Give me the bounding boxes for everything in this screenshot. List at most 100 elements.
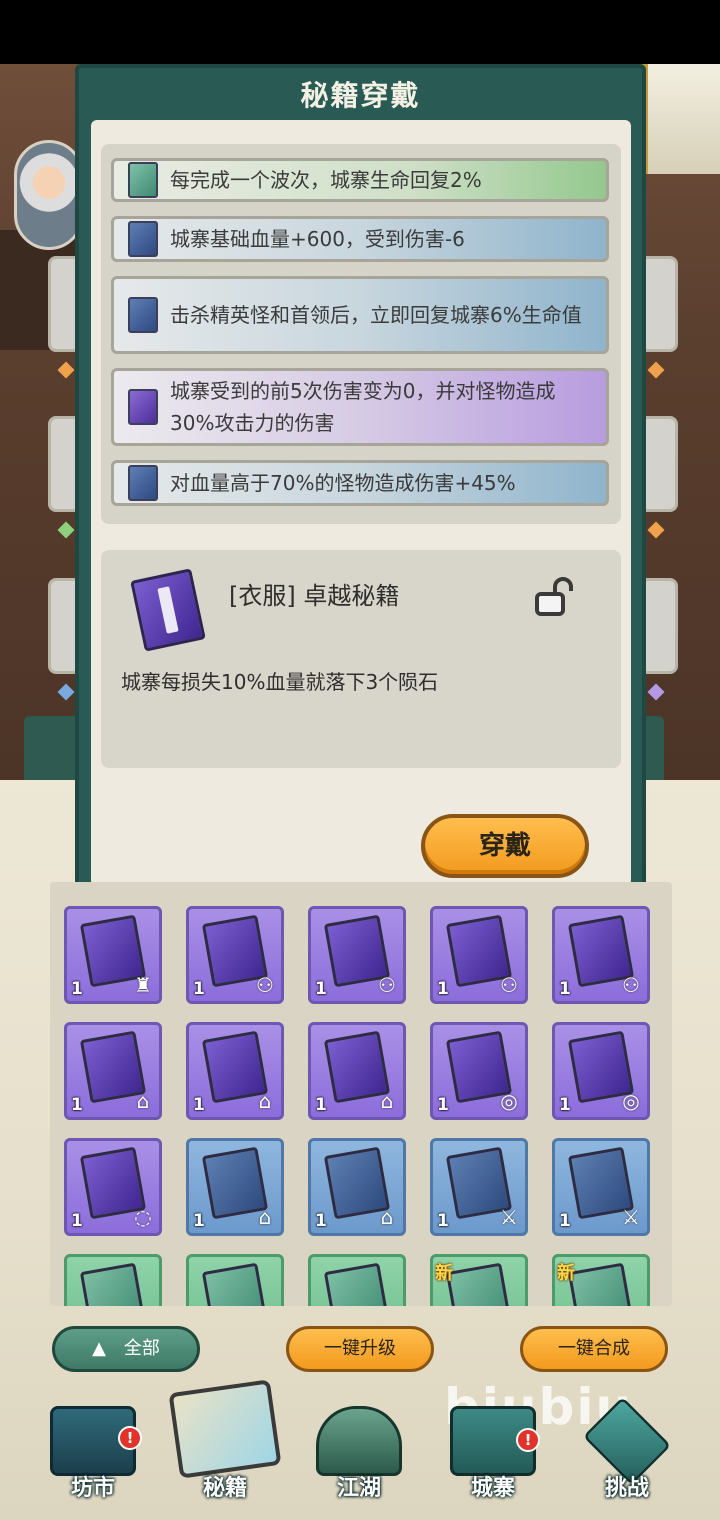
boots-icon: ⌂ <box>136 1089 150 1113</box>
bonus-item[interactable]: 城寨受到的前5次伤害变为0，并对怪物造成30%攻击力的伤害 <box>111 368 609 446</box>
boots-icon: ⌂ <box>258 1089 272 1113</box>
manual-item-cell[interactable]: 1 ⚇ <box>552 906 650 1004</box>
manual-item-cell[interactable]: 1 ⚇ <box>186 906 284 1004</box>
manual-item-cell[interactable]: 新 <box>552 1254 650 1306</box>
alert-icon: ! <box>118 1426 142 1450</box>
nav-label: 江湖 <box>336 1476 381 1501</box>
manual-book-icon <box>128 389 158 425</box>
ring-icon: ◎ <box>500 1089 518 1113</box>
item-count: 1 <box>437 1211 449 1231</box>
robe-icon: ⚇ <box>256 973 274 997</box>
manual-equip-modal: 秘籍穿戴 每完成一个波次，城寨生命回复2% 城寨基础血量+600，受到伤害-6 … <box>75 64 646 902</box>
manual-book-icon <box>201 1262 269 1306</box>
nav-challenge[interactable]: 挑战 <box>572 1396 682 1508</box>
merge-all-button[interactable]: 一键合成 <box>520 1326 668 1372</box>
necklace-icon: ◌ <box>134 1205 152 1229</box>
nav-manual[interactable]: 秘籍 <box>168 1379 282 1508</box>
manual-book-icon <box>567 1262 635 1306</box>
manual-inventory-grid: 1 ♜ 1 ⚇ 1 ⚇ 1 ⚇ 1 ⚇ 1 ⌂ 1 ⌂ 1 ⌂ 1 ◎ 1 ◎ 1 ◌ 1 ⌂ 1 ⌂ 1 ⚔ 1 ⚔ 新新 <box>50 882 672 1306</box>
manual-item-cell[interactable] <box>64 1254 162 1306</box>
manual-book-icon <box>79 1262 147 1306</box>
bonus-item[interactable]: 城寨基础血量+600，受到伤害-6 <box>111 216 609 262</box>
manual-item-cell[interactable]: 1 ⌂ <box>186 1138 284 1236</box>
boots-icon: ⌂ <box>380 1089 394 1113</box>
manual-book-icon <box>128 465 158 501</box>
item-count: 1 <box>437 979 449 999</box>
manual-item-cell[interactable]: 1 ⚇ <box>308 906 406 1004</box>
item-count: 1 <box>71 1095 83 1115</box>
status-bar <box>0 0 720 64</box>
item-count: 1 <box>193 979 205 999</box>
bonus-text: 击杀精英怪和首领后，立即回复城寨6%生命值 <box>170 303 582 327</box>
manual-item-cell[interactable]: 1 ⌂ <box>308 1138 406 1236</box>
modal-title: 秘籍穿戴 <box>300 79 421 112</box>
manual-book-icon <box>128 221 158 257</box>
manual-item-cell[interactable]: 1 ♜ <box>64 906 162 1004</box>
item-count: 1 <box>71 1211 83 1231</box>
item-count: 1 <box>437 1095 449 1115</box>
bonus-item[interactable]: 击杀精英怪和首领后，立即回复城寨6%生命值 <box>111 276 609 354</box>
manual-item-cell[interactable]: 1 ⚔ <box>552 1138 650 1236</box>
manual-book-icon <box>128 297 158 333</box>
triangle-up-icon: ▲ <box>92 1338 106 1359</box>
new-badge: 新 <box>435 1263 453 1284</box>
item-count: 1 <box>559 1211 571 1231</box>
nav-label: 挑战 <box>604 1476 649 1501</box>
manual-book-icon <box>323 1262 391 1306</box>
bonus-text: 每完成一个波次，城寨生命回复2% <box>170 168 482 192</box>
filter-label: 全部 <box>123 1338 160 1359</box>
new-badge: 新 <box>557 1263 575 1284</box>
manual-item-cell[interactable]: 新 <box>430 1254 528 1306</box>
manual-title: [衣服] 卓越秘籍 <box>229 582 400 610</box>
bonus-text: 城寨基础血量+600，受到伤害-6 <box>170 227 465 251</box>
manual-item-cell[interactable] <box>186 1254 284 1306</box>
boots-icon: ⌂ <box>258 1205 272 1229</box>
manual-description: 城寨每损失10%血量就落下3个陨石 <box>121 670 439 694</box>
nav-market[interactable]: ! 坊市 <box>38 1398 148 1508</box>
mountain-icon <box>316 1406 402 1476</box>
hero-avatar[interactable] <box>14 140 84 250</box>
manual-detail-card: [衣服] 卓越秘籍 城寨每损失10%血量就落下3个陨石 <box>101 550 621 768</box>
item-count: 1 <box>193 1095 205 1115</box>
bonus-text: 城寨受到的前5次伤害变为0，并对怪物造成30%攻击力的伤害 <box>170 379 556 435</box>
manual-icon <box>168 1379 282 1479</box>
manual-item-cell[interactable]: 1 ⌂ <box>64 1022 162 1120</box>
nav-fortress[interactable]: ! 城寨 <box>438 1398 548 1508</box>
item-count: 1 <box>559 1095 571 1115</box>
manual-item-cell[interactable]: 1 ◎ <box>552 1022 650 1120</box>
item-count: 1 <box>559 979 571 999</box>
manual-item-cell[interactable]: 1 ⌂ <box>308 1022 406 1120</box>
nav-jianghu[interactable]: 江湖 <box>304 1398 414 1508</box>
nav-label: 城寨 <box>470 1476 515 1501</box>
robe-icon: ⚇ <box>622 973 640 997</box>
manual-item-cell[interactable]: 1 ◎ <box>430 1022 528 1120</box>
manual-item-cell[interactable] <box>308 1254 406 1306</box>
upgrade-all-button[interactable]: 一键升级 <box>286 1326 434 1372</box>
item-count: 1 <box>315 1211 327 1231</box>
bonus-item[interactable]: 对血量高于70%的怪物造成伤害+45% <box>111 460 609 506</box>
nav-label: 秘籍 <box>202 1476 247 1501</box>
manual-book-icon <box>128 162 158 198</box>
manual-book-icon <box>445 1262 513 1306</box>
window-decoration <box>640 64 720 174</box>
armor-icon: ♜ <box>134 973 152 997</box>
bonus-item[interactable]: 每完成一个波次，城寨生命回复2% <box>111 158 609 202</box>
bonus-list: 每完成一个波次，城寨生命回复2% 城寨基础血量+600，受到伤害-6 击杀精英怪… <box>101 144 621 524</box>
item-count: 1 <box>193 1211 205 1231</box>
unlock-icon[interactable] <box>533 576 575 618</box>
manual-item-cell[interactable]: 1 ⚇ <box>430 906 528 1004</box>
modal-content: 每完成一个波次，城寨生命回复2% 城寨基础血量+600，受到伤害-6 击杀精英怪… <box>91 120 631 886</box>
sword-icon: ⚔ <box>622 1205 640 1229</box>
item-count: 1 <box>315 1095 327 1115</box>
sword-icon: ⚔ <box>500 1205 518 1229</box>
nav-label: 坊市 <box>70 1476 115 1501</box>
filter-all-button[interactable]: ▲ 全部 <box>52 1326 200 1372</box>
manual-item-cell[interactable]: 1 ⚔ <box>430 1138 528 1236</box>
item-count: 1 <box>71 979 83 999</box>
manual-item-cell[interactable]: 1 ◌ <box>64 1138 162 1236</box>
robe-icon: ⚇ <box>500 973 518 997</box>
robe-icon: ⚇ <box>378 973 396 997</box>
item-count: 1 <box>315 979 327 999</box>
equip-button[interactable]: 穿戴 <box>421 814 589 878</box>
manual-item-cell[interactable]: 1 ⌂ <box>186 1022 284 1120</box>
